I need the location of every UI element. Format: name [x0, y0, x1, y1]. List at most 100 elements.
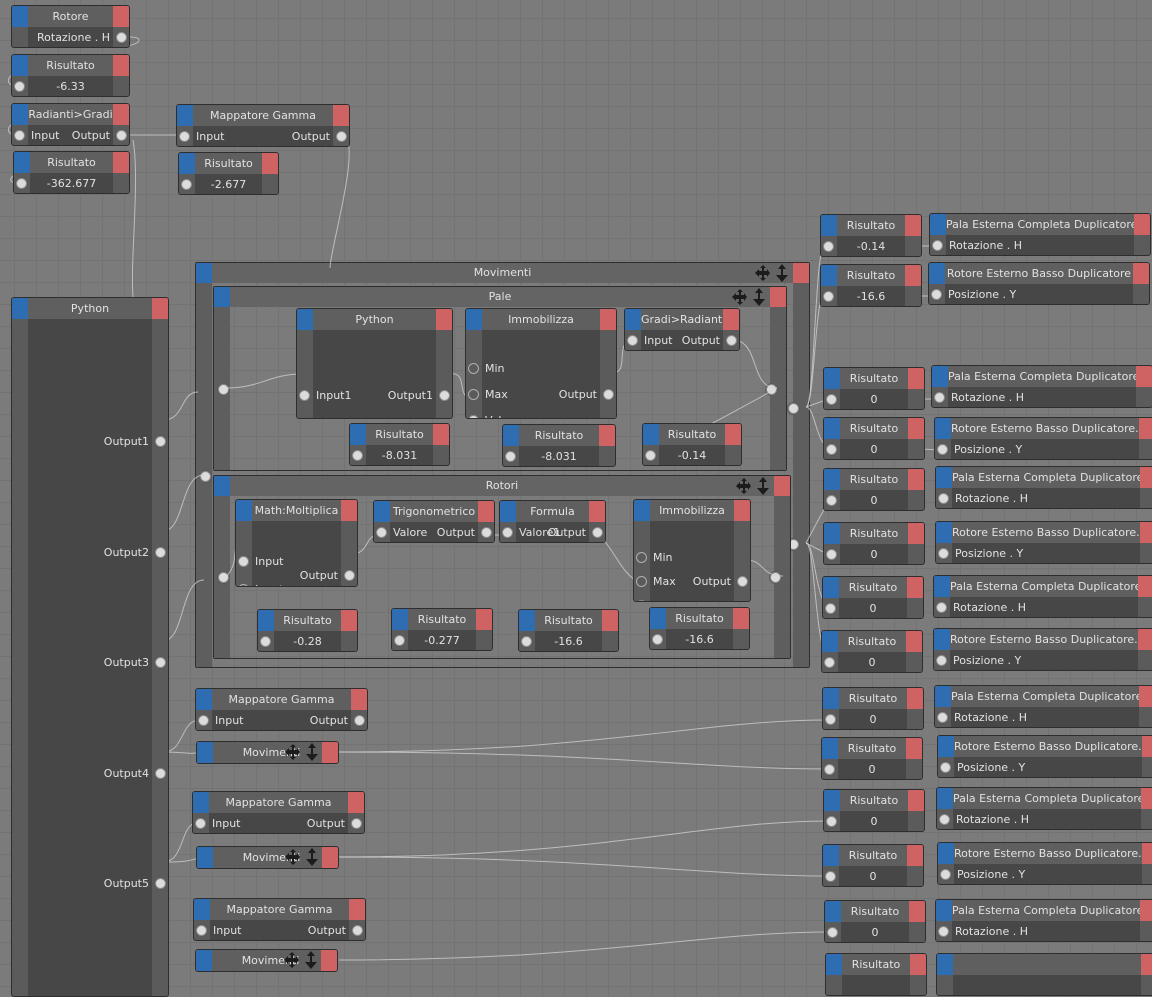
node-risultato[interactable]: Risultato 0: [822, 687, 924, 730]
output-tab[interactable]: [478, 501, 494, 522]
node-header[interactable]: Risultato: [823, 688, 923, 709]
input-tab[interactable]: [12, 104, 28, 125]
input-tab[interactable]: [936, 467, 952, 488]
input-port[interactable]: [652, 634, 663, 645]
node-mappatore-gamma[interactable]: Mappatore Gamma Input Output: [195, 688, 368, 731]
output-tab[interactable]: [907, 688, 923, 709]
output-port[interactable]: [155, 436, 166, 447]
input-port[interactable]: [824, 657, 835, 668]
node-risultato[interactable]: Risultato -0.28: [257, 609, 358, 652]
node-header[interactable]: Movimenti: [197, 742, 338, 763]
collapsed-group-movimenti[interactable]: Movimenti: [195, 949, 338, 972]
output-tab[interactable]: [908, 418, 924, 439]
node-rotore-esterno-basso-duplicatore-1[interactable]: Rotore Esterno Basso Duplicatore.1 Posizi…: [934, 417, 1152, 460]
group-header[interactable]: Pale: [214, 287, 786, 307]
input-port[interactable]: [260, 636, 271, 647]
move-arrows-icon[interactable]: [283, 951, 301, 969]
node-risultato[interactable]: Risultato -16.6: [518, 609, 619, 652]
input-tab[interactable]: [350, 424, 366, 445]
up-down-arrow-icon[interactable]: [302, 951, 320, 969]
input-tab[interactable]: [824, 790, 840, 811]
input-port[interactable]: [468, 415, 479, 418]
group-port[interactable]: [770, 572, 781, 583]
input-port[interactable]: [823, 291, 834, 302]
node-header[interactable]: Mappatore Gamma: [194, 899, 365, 920]
output-tab[interactable]: [113, 55, 129, 76]
input-tab[interactable]: [937, 954, 953, 975]
input-port[interactable]: [826, 444, 837, 455]
output-port[interactable]: [116, 32, 127, 43]
group-input-tab[interactable]: [196, 263, 212, 283]
input-port[interactable]: [940, 762, 951, 773]
node-header[interactable]: Trigonometrico: [374, 501, 494, 522]
output-tab[interactable]: [910, 954, 926, 975]
node-pala-esterna-completa-duplicatore-3[interactable]: Pala Esterna Completa Duplicatore.3 Rotaz…: [933, 575, 1152, 618]
node-risultato[interactable]: Risultato -8.031: [502, 424, 616, 467]
node-pala-esterna-completa-duplicatore-6[interactable]: Pala Esterna Completa Duplicatore.6 Rotaz…: [935, 899, 1152, 942]
node-header[interactable]: Immobilizza: [634, 500, 750, 521]
node-header[interactable]: Formula: [500, 501, 605, 522]
node-header[interactable]: Risultato: [179, 153, 278, 174]
input-port[interactable]: [937, 712, 948, 723]
output-tab[interactable]: [600, 309, 616, 330]
input-tab[interactable]: [824, 469, 840, 490]
input-port[interactable]: [827, 927, 838, 938]
output-port[interactable]: [603, 389, 614, 400]
input-tab[interactable]: [823, 577, 839, 598]
input-tab[interactable]: [824, 368, 840, 389]
input-tab[interactable]: [179, 153, 195, 174]
node-header[interactable]: Risultato: [826, 954, 926, 975]
input-port[interactable]: [645, 450, 656, 461]
output-port[interactable]: [155, 878, 166, 889]
output-tab[interactable]: [1142, 736, 1152, 757]
input-port[interactable]: [936, 655, 947, 666]
input-port[interactable]: [931, 289, 942, 300]
output-tab[interactable]: [349, 899, 365, 920]
input-tab[interactable]: [500, 501, 516, 522]
input-tab[interactable]: [824, 418, 840, 439]
node-header[interactable]: Risultato: [824, 523, 924, 544]
input-tab[interactable]: [466, 309, 482, 330]
output-port[interactable]: [354, 715, 365, 726]
input-tab[interactable]: [929, 263, 945, 284]
output-port[interactable]: [352, 925, 363, 936]
group-header[interactable]: Rotori: [214, 476, 790, 496]
output-tab[interactable]: [262, 153, 278, 174]
input-port[interactable]: [932, 240, 943, 251]
node-header[interactable]: Rotore Esterno Basso Duplicatore: [929, 263, 1149, 284]
input-tab[interactable]: [634, 500, 650, 521]
node-header[interactable]: Risultato: [825, 901, 925, 922]
node-header[interactable]: Risultato: [824, 790, 924, 811]
node-header[interactable]: Rotore Esterno Basso Duplicatore.3: [934, 629, 1152, 650]
node-formula[interactable]: Formula Valore1 Output: [499, 500, 606, 543]
up-down-arrow-icon[interactable]: [750, 288, 768, 306]
input-tab[interactable]: [650, 608, 666, 629]
node-python[interactable]: Python Output1 Output2 Output3 Output4 Output…: [11, 297, 169, 997]
node-header[interactable]: Gradi>Radianti: [625, 309, 739, 330]
input-port[interactable]: [468, 363, 479, 374]
output-port[interactable]: [155, 768, 166, 779]
node-risultato[interactable]: Risultato 0: [823, 417, 925, 460]
input-tab[interactable]: [258, 610, 274, 631]
node-header[interactable]: Movimenti: [196, 950, 337, 971]
output-tab[interactable]: [908, 368, 924, 389]
node-header[interactable]: Risultato: [258, 610, 357, 631]
input-tab[interactable]: [825, 901, 841, 922]
input-port[interactable]: [468, 389, 479, 400]
output-tab[interactable]: [113, 152, 129, 173]
up-down-arrow-icon[interactable]: [773, 264, 791, 282]
output-port[interactable]: [116, 130, 127, 141]
input-port[interactable]: [179, 131, 190, 142]
input-tab[interactable]: [197, 742, 213, 763]
input-port[interactable]: [825, 603, 836, 614]
node-header[interactable]: Radianti>Gradi: [12, 104, 129, 125]
move-arrows-icon[interactable]: [754, 264, 772, 282]
input-port[interactable]: [16, 178, 27, 189]
output-tab[interactable]: [341, 500, 357, 521]
input-tab[interactable]: [936, 522, 952, 543]
input-port[interactable]: [823, 241, 834, 252]
input-tab[interactable]: [196, 689, 212, 710]
node-header[interactable]: Python: [12, 298, 168, 319]
node-header[interactable]: Risultato: [14, 152, 129, 173]
input-tab[interactable]: [937, 788, 953, 809]
